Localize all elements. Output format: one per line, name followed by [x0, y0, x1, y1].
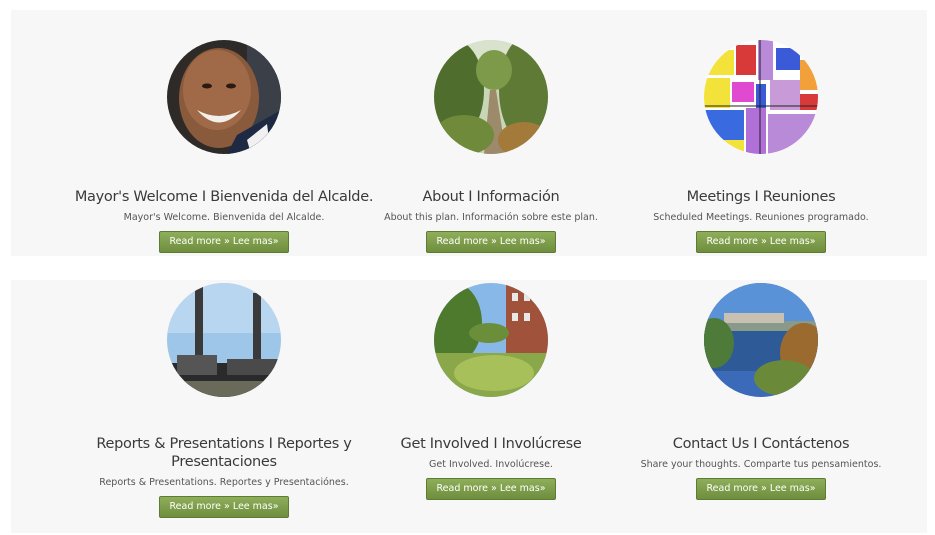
read-more-button[interactable]: Read more » Lee mas»	[696, 231, 826, 253]
card-meetings: Meetings I Reuniones Scheduled Meetings.…	[611, 40, 911, 253]
card-title[interactable]: Mayor's Welcome I Bienvenida del Alcalde…	[74, 188, 374, 206]
card-contact: Contact Us I Contáctenos Share your thou…	[611, 283, 911, 500]
card-description: Mayor's Welcome. Bienvenida del Alcalde.	[123, 212, 325, 223]
card-mayors-welcome: Mayor's Welcome I Bienvenida del Alcalde…	[74, 40, 374, 253]
card-title[interactable]: Contact Us I Contáctenos	[611, 435, 911, 453]
card-about: About I Información About this plan. Inf…	[341, 40, 641, 253]
read-more-button[interactable]: Read more » Lee mas»	[696, 478, 826, 500]
zoning-map-image[interactable]	[704, 40, 818, 154]
card-description: Scheduled Meetings. Reuniones programado…	[653, 212, 869, 223]
overgrown-path-image[interactable]	[434, 283, 548, 397]
mayor-portrait-image[interactable]	[167, 40, 281, 154]
card-title[interactable]: About I Información	[341, 188, 641, 206]
read-more-button[interactable]: Read more » Lee mas»	[426, 478, 556, 500]
card-title[interactable]: Reports & Presentations I Reportes y Pre…	[74, 435, 374, 471]
read-more-button[interactable]: Read more » Lee mas»	[426, 231, 556, 253]
river-bridge-image[interactable]	[704, 283, 818, 397]
trail-image[interactable]	[434, 40, 548, 154]
card-title[interactable]: Get Involved I Involúcrese	[341, 435, 641, 453]
card-description: About this plan. Información sobre este …	[384, 212, 598, 223]
card-description: Reports & Presentations. Reportes y Pres…	[99, 477, 349, 488]
card-reports: Reports & Presentations I Reportes y Pre…	[74, 283, 374, 518]
read-more-button[interactable]: Read more » Lee mas»	[159, 231, 289, 253]
card-description: Share your thoughts. Comparte tus pensam…	[640, 459, 882, 470]
card-description: Get Involved. Involúcrese.	[429, 459, 553, 470]
card-title[interactable]: Meetings I Reuniones	[611, 188, 911, 206]
read-more-button[interactable]: Read more » Lee mas»	[159, 496, 289, 518]
smokestacks-image[interactable]	[167, 283, 281, 397]
card-get-involved: Get Involved I Involúcrese Get Involved.…	[341, 283, 641, 500]
